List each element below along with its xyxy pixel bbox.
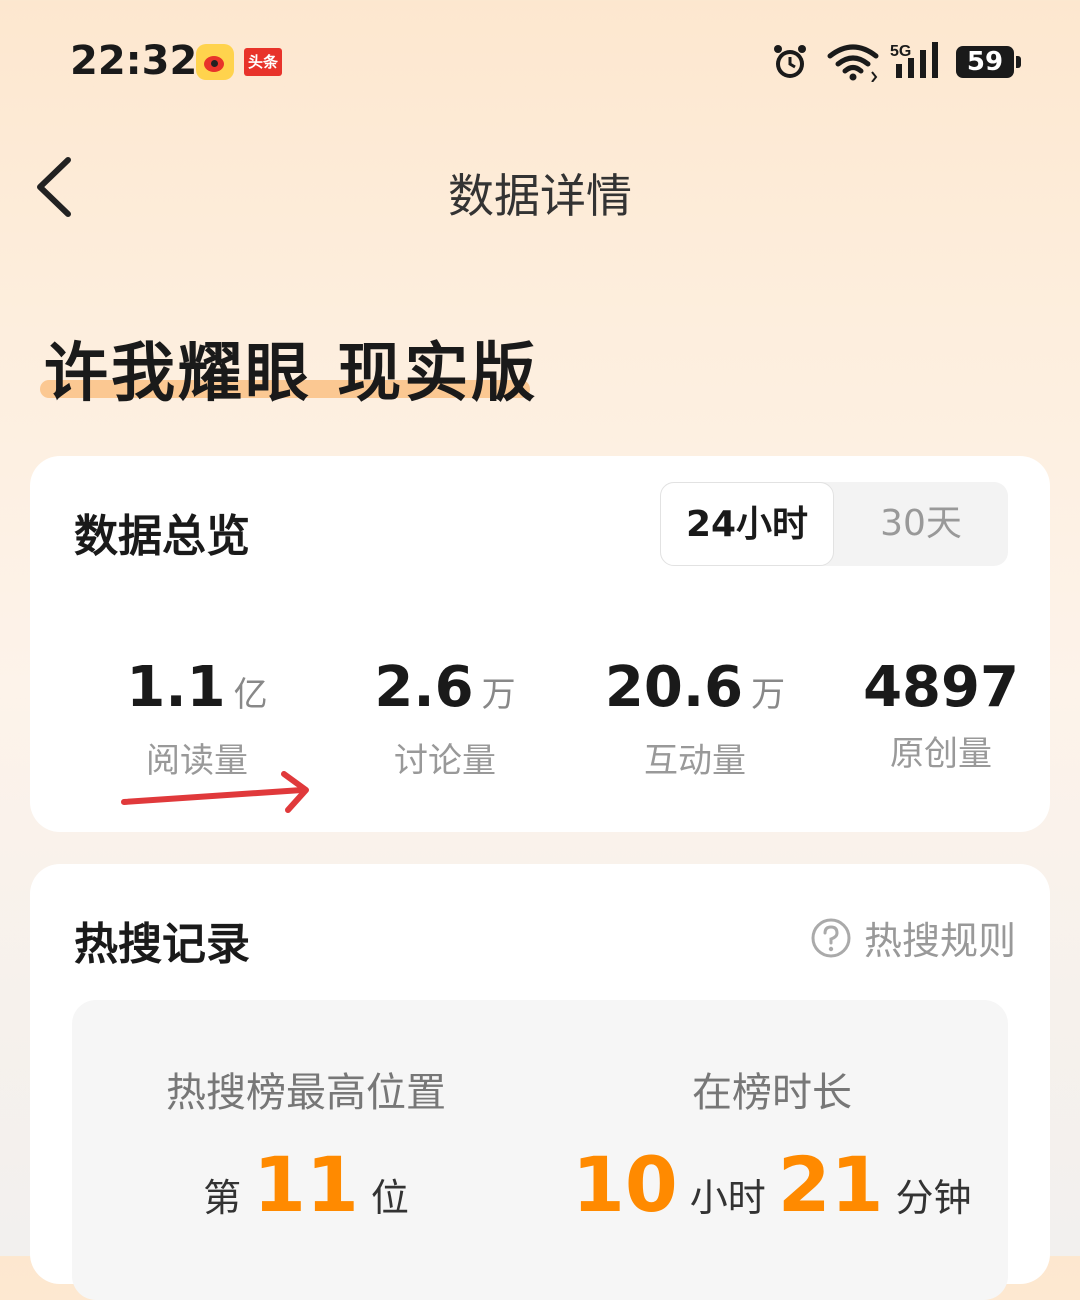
stat-discussions: 2.6 万 讨论量	[320, 652, 570, 782]
stat-unit: 万	[481, 675, 516, 715]
highest-position-value: 第 11 位	[112, 1140, 500, 1229]
hot-search-title: 热搜记录	[74, 919, 250, 970]
stat-unit: 万	[751, 675, 786, 715]
stat-reads: 1.1 亿 阅读量	[72, 652, 322, 782]
tab-30-days[interactable]: 30天	[834, 482, 1008, 566]
topic-heading: 许我耀眼 现实版	[40, 322, 539, 414]
position-prefix: 第	[203, 1176, 242, 1220]
page-title: 数据详情	[448, 169, 632, 223]
wifi-icon	[827, 44, 879, 82]
tab-24-hours[interactable]: 24小时	[660, 482, 834, 566]
question-circle-icon	[811, 918, 851, 957]
battery-indicator: 59	[956, 46, 1021, 78]
toutiao-icon: 头条	[244, 48, 282, 76]
position-number: 11	[253, 1140, 359, 1229]
hot-search-rules-link[interactable]: 热搜规则	[810, 910, 1016, 965]
duration-hours: 10	[572, 1140, 678, 1229]
status-time: 22:32	[70, 38, 198, 84]
position-suffix: 位	[370, 1176, 409, 1220]
highest-position-label: 热搜榜最高位置	[166, 1070, 446, 1116]
time-range-toggle: 24小时 30天	[660, 482, 1008, 566]
stat-unit: 亿	[233, 675, 268, 715]
topic-title: 许我耀眼 现实版	[44, 337, 539, 411]
stat-value: 4897	[863, 655, 1019, 720]
hot-search-card: 热搜记录 热搜规则 热搜榜最高位置 第 11 位 在榜时长 10 小时 21 分钟	[30, 864, 1050, 1300]
stat-label: 原创量	[890, 734, 992, 774]
red-arrow-annotation	[121, 771, 309, 813]
minutes-unit: 分钟	[895, 1176, 972, 1220]
overview-card: 数据总览 24小时 30天 1.1 亿 阅读量 2.6 万 讨论量 20.6 万 互动…	[30, 456, 1050, 832]
stat-original: 4897 原创量	[816, 652, 1066, 775]
rules-label: 热搜规则	[863, 919, 1016, 963]
stat-value: 1.1 亿	[126, 655, 268, 720]
signal-icon: 5G	[890, 42, 938, 78]
hours-unit: 小时	[689, 1176, 766, 1220]
overview-title: 数据总览	[74, 511, 250, 562]
stat-interactions: 20.6 万 互动量	[570, 652, 820, 782]
svg-text:5G: 5G	[890, 43, 911, 60]
weibo-icon	[196, 44, 234, 80]
duration-label: 在榜时长	[692, 1070, 852, 1116]
stat-label: 讨论量	[394, 741, 496, 781]
stat-value: 20.6 万	[604, 655, 786, 720]
duration-minutes: 21	[777, 1140, 884, 1229]
hot-search-stats-panel: 热搜榜最高位置 第 11 位 在榜时长 10 小时 21 分钟	[72, 1000, 1008, 1300]
status-bar: 22:32 头条 5G 59	[0, 0, 1080, 120]
stat-value: 2.6 万	[374, 655, 516, 720]
duration-value: 10 小时 21 分钟	[572, 1140, 972, 1229]
alarm-icon	[774, 45, 806, 78]
stat-label: 互动量	[644, 741, 746, 781]
